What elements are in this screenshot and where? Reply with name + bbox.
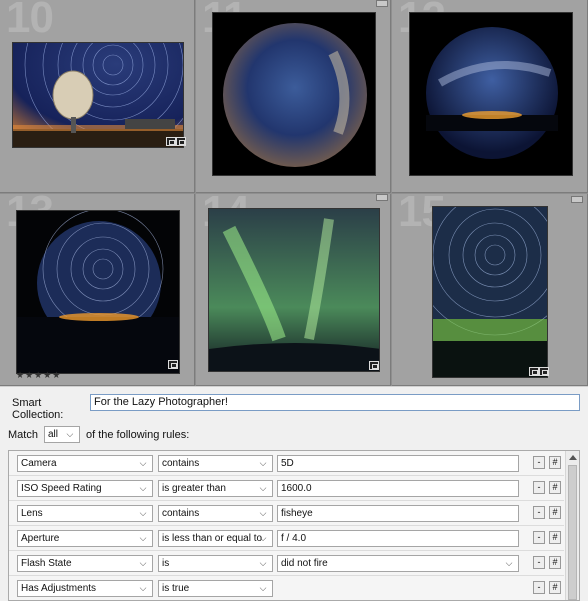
add-rule-button[interactable]: # <box>549 556 561 569</box>
match-select-value: all <box>47 429 58 440</box>
rule-value-input[interactable]: 1600.0 <box>277 480 519 497</box>
chevron-down-icon: ⌵ <box>139 508 147 518</box>
remove-rule-button[interactable]: - <box>533 531 545 544</box>
photo-badge-icon <box>168 360 178 369</box>
smart-collection-row: Smart Collection: <box>12 397 90 421</box>
rule-field-select[interactable]: Camera ⌵ <box>17 455 153 472</box>
rule-row: Aperture ⌵ is less than or equal to ⌵ f / … <box>9 526 564 551</box>
rule-field-select[interactable]: ISO Speed Rating ⌵ <box>17 480 153 497</box>
flag-icon <box>376 0 388 7</box>
add-rule-button[interactable]: # <box>549 506 561 519</box>
smart-collection-dialog: Smart Collection: For the Lazy Photograp… <box>0 386 588 601</box>
chevron-down-icon: ⌵ <box>505 558 513 568</box>
remove-rule-button[interactable]: - <box>533 506 545 519</box>
photo-thumbnail[interactable] <box>12 42 184 148</box>
photo-badge-icon <box>176 137 186 146</box>
chevron-down-icon: ⌵ <box>139 583 147 593</box>
cell-number: 10 <box>6 0 54 42</box>
add-rule-button[interactable]: # <box>549 531 561 544</box>
match-label: Match <box>8 428 38 441</box>
match-suffix-label: of the following rules: <box>85 428 190 441</box>
grid-cell-12[interactable]: 12 <box>392 0 588 193</box>
chevron-down-icon: ⌵ <box>66 429 74 439</box>
rule-operator-select[interactable]: is true ⌵ <box>158 580 273 597</box>
rule-row: Camera ⌵ contains ⌵ 5D - # <box>9 451 564 476</box>
chevron-down-icon: ⌵ <box>259 508 267 518</box>
grid-cell-15[interactable]: 15 <box>392 194 588 386</box>
match-row: Match all ⌵ of the following rules: <box>8 426 189 443</box>
rule-value-select[interactable]: did not fire ⌵ <box>277 555 519 572</box>
rule-row: Has Adjustments ⌵ is true ⌵ - # <box>9 576 564 600</box>
add-rule-button[interactable]: # <box>549 581 561 594</box>
photo-thumbnail[interactable] <box>16 210 180 374</box>
fisheye-milky-way-image <box>410 13 572 175</box>
fisheye-sky-image <box>213 13 375 175</box>
flag-icon <box>571 196 583 203</box>
rule-operator-select[interactable]: is greater than ⌵ <box>158 480 273 497</box>
rule-operator-select[interactable]: is ⌵ <box>158 555 273 572</box>
photo-grid: 10 11 <box>0 0 588 386</box>
rule-field-select[interactable]: Aperture ⌵ <box>17 530 153 547</box>
rule-value-input[interactable]: fisheye <box>277 505 519 522</box>
photo-thumbnail[interactable] <box>212 12 376 176</box>
rule-row: Flash State ⌵ is ⌵ did not fire ⌵ - # <box>9 551 564 576</box>
photo-badge-icon <box>166 137 176 146</box>
aurora-image <box>209 209 379 371</box>
chevron-down-icon: ⌵ <box>139 483 147 493</box>
remove-rule-button[interactable]: - <box>533 581 545 594</box>
photo-thumbnail[interactable] <box>432 206 548 378</box>
rule-field-select[interactable]: Lens ⌵ <box>17 505 153 522</box>
smart-collection-label: Smart Collection: <box>12 397 64 421</box>
flag-icon <box>376 194 388 201</box>
chevron-down-icon: ⌵ <box>259 533 267 543</box>
chevron-down-icon: ⌵ <box>139 558 147 568</box>
photo-thumbnail[interactable] <box>409 12 573 176</box>
fisheye-star-trails-image <box>17 211 179 373</box>
rule-field-select[interactable]: Has Adjustments ⌵ <box>17 580 153 597</box>
rule-operator-select[interactable]: contains ⌵ <box>158 505 273 522</box>
rule-value-input[interactable]: f / 4.0 <box>277 530 519 547</box>
scroll-up-icon[interactable] <box>569 455 577 460</box>
match-select[interactable]: all ⌵ <box>43 426 80 443</box>
remove-rule-button[interactable]: - <box>533 556 545 569</box>
rule-value-input[interactable]: 5D <box>277 455 519 472</box>
add-rule-button[interactable]: # <box>549 456 561 469</box>
chevron-down-icon: ⌵ <box>259 558 267 568</box>
add-rule-button[interactable]: # <box>549 481 561 494</box>
chevron-down-icon: ⌵ <box>139 458 147 468</box>
star-rating[interactable]: ★★★★★ <box>16 370 61 381</box>
grid-cell-14[interactable]: 14 <box>196 194 391 386</box>
grid-cell-10[interactable]: 10 <box>0 0 195 193</box>
remove-rule-button[interactable]: - <box>533 456 545 469</box>
grid-cell-11[interactable]: 11 <box>196 0 391 193</box>
star-trails-radio-telescope-image <box>13 43 183 147</box>
rules-scrollbar[interactable] <box>565 451 579 600</box>
photo-badge-icon <box>539 367 549 376</box>
rules-list: Camera ⌵ contains ⌵ 5D - # ISO Speed Ratin… <box>8 450 580 601</box>
rule-row: Lens ⌵ contains ⌵ fisheye - # <box>9 501 564 526</box>
grid-cell-13[interactable]: 13 ★★★★★ <box>0 194 195 386</box>
rule-field-select[interactable]: Flash State ⌵ <box>17 555 153 572</box>
rule-operator-select[interactable]: contains ⌵ <box>158 455 273 472</box>
chevron-down-icon: ⌵ <box>259 583 267 593</box>
photo-badge-icon <box>529 367 539 376</box>
chevron-down-icon: ⌵ <box>259 483 267 493</box>
remove-rule-button[interactable]: - <box>533 481 545 494</box>
chevron-down-icon: ⌵ <box>259 458 267 468</box>
smart-collection-name-input[interactable]: For the Lazy Photographer! <box>90 394 580 411</box>
star-trails-green-aurora-image <box>433 207 547 377</box>
photo-thumbnail[interactable] <box>208 208 380 372</box>
scrollbar-thumb[interactable] <box>568 465 577 600</box>
chevron-down-icon: ⌵ <box>139 533 147 543</box>
rule-row: ISO Speed Rating ⌵ is greater than ⌵ 1600.… <box>9 476 564 501</box>
rule-operator-select[interactable]: is less than or equal to ⌵ <box>158 530 273 547</box>
photo-badge-icon <box>369 361 379 370</box>
